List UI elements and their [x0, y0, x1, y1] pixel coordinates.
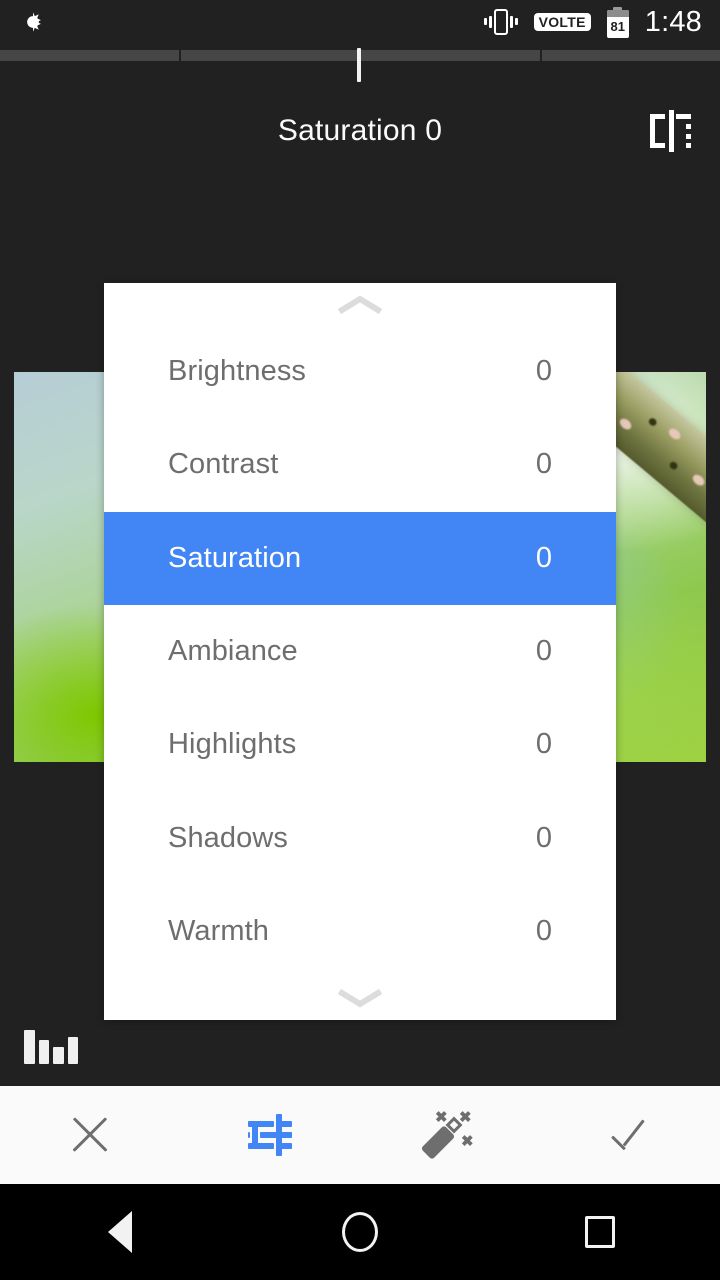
adjustment-value: 0 [535, 355, 552, 388]
vibrate-icon [483, 7, 518, 37]
volte-badge: VOLTE [533, 12, 591, 32]
slider-segment [361, 50, 542, 61]
adjustment-value: 0 [535, 541, 552, 574]
adjustment-label: Saturation [168, 541, 302, 574]
adjustment-item-contrast[interactable]: Contrast 0 [104, 418, 616, 511]
histogram-icon[interactable] [24, 1022, 78, 1064]
status-bar-right: VOLTE 81 1:48 [483, 5, 702, 38]
status-bar-clock: 1:48 [644, 5, 702, 38]
nav-recents-button[interactable] [480, 1184, 720, 1280]
battery-icon: 81 [606, 6, 629, 38]
adjustment-list[interactable]: Brightness 0 Contrast 0 Saturation 0 Amb… [104, 325, 616, 978]
adjustment-value: 0 [535, 634, 552, 667]
tune-icon [247, 1112, 293, 1158]
histogram-bar [38, 1040, 49, 1064]
adjustment-value: 0 [535, 914, 552, 947]
back-triangle-icon [108, 1211, 132, 1253]
recents-square-icon [585, 1216, 615, 1248]
auto-enhance-button[interactable]: ✖ ✖ ✖ [360, 1086, 540, 1184]
adjustment-label: Warmth [168, 914, 270, 947]
adjustment-dropdown-panel[interactable]: Brightness 0 Contrast 0 Saturation 0 Amb… [104, 283, 616, 1020]
adjustment-label: Contrast [168, 448, 279, 481]
histogram-bar [53, 1047, 64, 1064]
adjustment-item-saturation[interactable]: Saturation 0 [104, 511, 616, 605]
slider-segment [541, 50, 720, 61]
check-icon [607, 1112, 653, 1158]
adjustment-label: Ambiance [168, 634, 298, 667]
editor-toolbar: ✖ ✖ ✖ [0, 1086, 720, 1184]
histogram-bar [24, 1030, 35, 1064]
slider-segment [180, 50, 361, 61]
home-circle-icon [342, 1212, 378, 1252]
compare-button[interactable] [644, 106, 698, 156]
slider-thumb[interactable] [357, 48, 361, 82]
compare-before-after-icon [648, 110, 694, 152]
adjustment-value: 0 [535, 728, 552, 761]
adjustment-item-highlights[interactable]: Highlights 0 [104, 698, 616, 791]
nav-home-button[interactable] [240, 1184, 480, 1280]
adjustment-value: 0 [535, 448, 552, 481]
editor-header: Saturation 0 [0, 96, 720, 166]
android-navigation-bar [0, 1184, 720, 1280]
apply-button[interactable] [540, 1086, 720, 1184]
chevron-down-icon [338, 989, 382, 1009]
auto-brightness-icon [20, 9, 46, 35]
adjustment-item-shadows[interactable]: Shadows 0 [104, 791, 616, 884]
page-title: Saturation 0 [277, 114, 443, 147]
adjustment-label: Brightness [168, 355, 307, 388]
adjust-tool-button[interactable] [180, 1086, 360, 1184]
phone-screen: VOLTE 81 1:48 Saturation 0 Brightness 0 … [0, 0, 720, 1280]
close-icon [68, 1113, 112, 1157]
adjustment-label: Highlights [168, 728, 297, 761]
adjustment-item-ambiance[interactable]: Ambiance 0 [104, 605, 616, 698]
adjustment-value: 0 [535, 821, 552, 854]
chevron-up-icon [338, 294, 382, 314]
battery-level-text: 81 [610, 19, 625, 34]
scroll-down-button[interactable] [104, 978, 616, 1020]
status-bar-left [20, 9, 46, 35]
status-bar: VOLTE 81 1:48 [0, 0, 720, 44]
scroll-up-button[interactable] [104, 283, 616, 325]
adjustment-item-warmth[interactable]: Warmth 0 [104, 885, 616, 978]
histogram-bar [67, 1037, 78, 1064]
adjustment-item-brightness[interactable]: Brightness 0 [104, 325, 616, 418]
adjustment-label: Shadows [168, 821, 288, 854]
slider-segment [0, 50, 181, 61]
magic-wand-icon: ✖ ✖ ✖ [420, 1110, 476, 1160]
nav-back-button[interactable] [0, 1184, 240, 1280]
cancel-button[interactable] [0, 1086, 180, 1184]
adjustment-slider[interactable] [0, 44, 720, 82]
